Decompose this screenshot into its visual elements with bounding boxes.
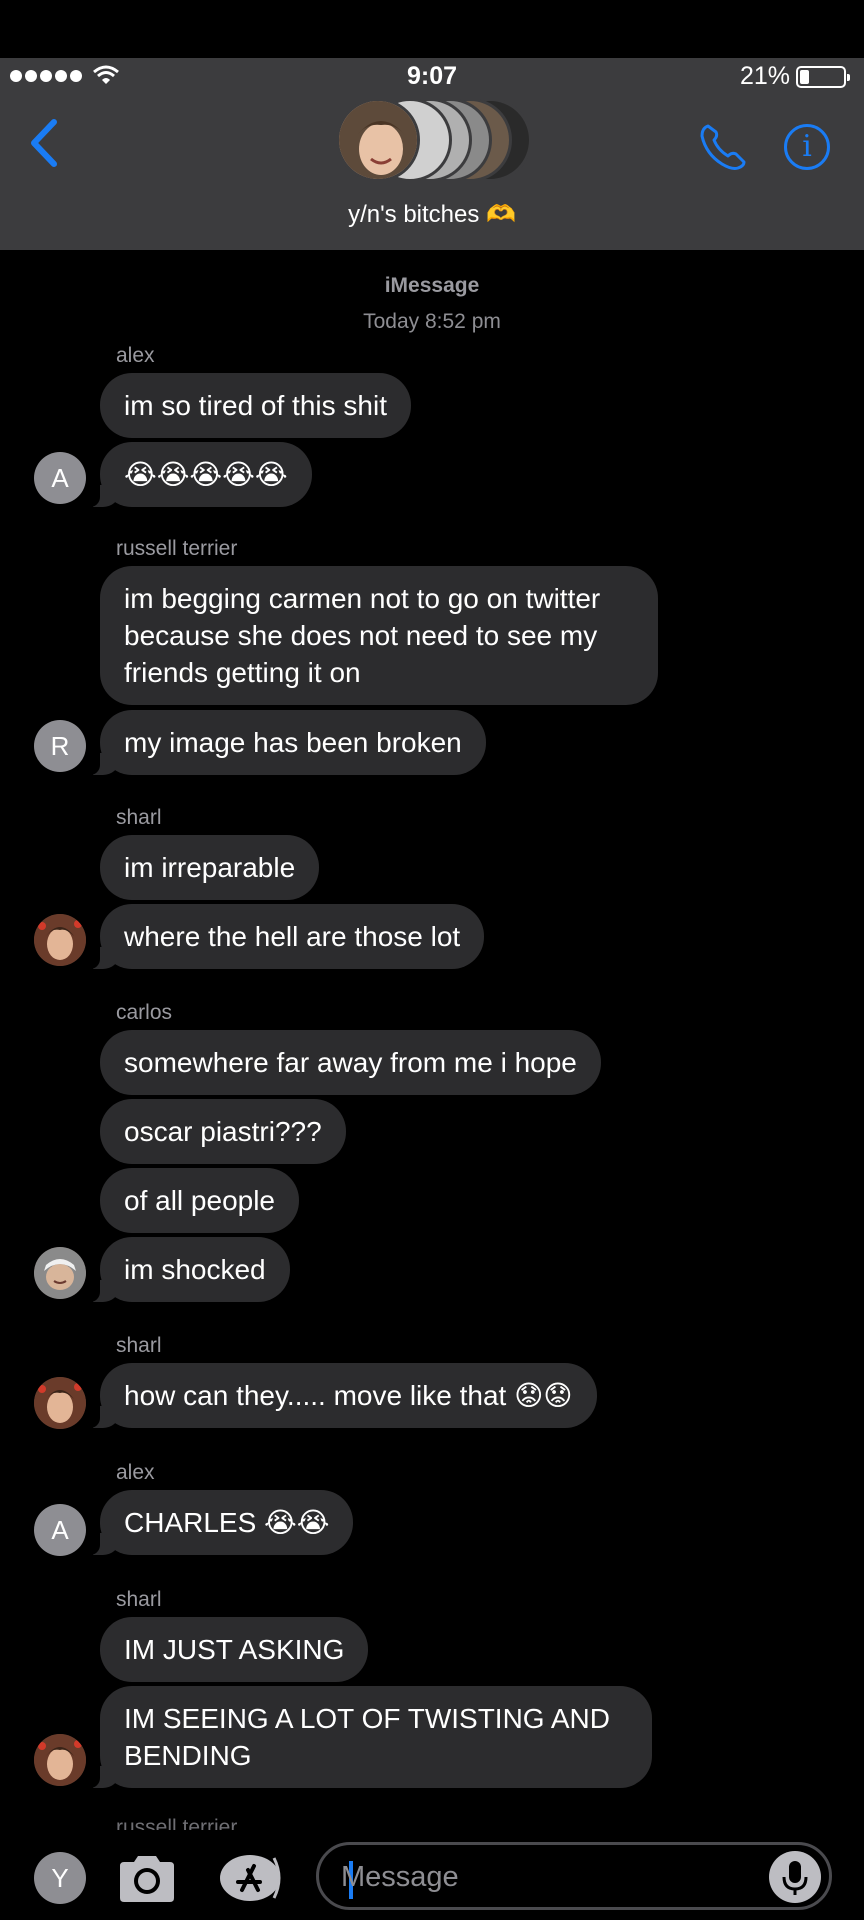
battery-percentage: 21% [739, 62, 790, 90]
message-text: im begging carmen not to go on twitter b… [124, 583, 601, 688]
face-photo-icon [34, 1247, 86, 1299]
message-bubble[interactable]: my image has been broken [86, 710, 486, 775]
message-text: IM JUST ASKING [124, 1634, 345, 1665]
camera-icon[interactable] [116, 1852, 178, 1904]
battery-level-fill [800, 70, 809, 84]
face-photo-icon [34, 1377, 86, 1429]
message-bubble[interactable]: somewhere far away from me i hope [100, 1030, 601, 1095]
face-photo-icon [34, 1734, 86, 1786]
message-text: IM SEEING A LOT OF TWISTING AND BENDING [124, 1703, 610, 1771]
message-text: oscar piastri??? [124, 1116, 322, 1147]
message-bubble[interactable]: im so tired of this shit [100, 373, 411, 438]
info-icon[interactable]: i [784, 124, 830, 170]
sender-name: alex [116, 1461, 155, 1484]
avatar-russell[interactable]: R [34, 720, 86, 772]
message-text: my image has been broken [124, 727, 462, 758]
message-bubble[interactable]: IM JUST ASKING [100, 1617, 369, 1682]
service-label: iMessage [384, 274, 480, 297]
microphone-icon[interactable] [769, 1851, 821, 1903]
phone-icon[interactable] [696, 120, 750, 174]
group-avatar-stack[interactable] [336, 98, 532, 184]
group-member-avatar-photo [336, 98, 420, 182]
top-margin [0, 0, 864, 58]
sender-name: carlos [116, 1001, 173, 1024]
message-text: of all people [124, 1185, 276, 1216]
avatar-sharl[interactable] [34, 1734, 86, 1786]
message-text: how can they..... move like that 😟😟 [124, 1380, 573, 1411]
message-text: where the hell are those lot [124, 921, 461, 952]
heart-hands-emoji: 🫶 [486, 201, 516, 228]
message-input-field[interactable] [316, 1842, 832, 1910]
sender-name: sharl [116, 1588, 162, 1611]
thread-timestamp: Today 8:52 pm [363, 310, 501, 333]
message-text: somewhere far away from me i hope [124, 1047, 577, 1078]
microphone-glyph [782, 1861, 808, 1895]
app-store-icon[interactable] [214, 1852, 284, 1904]
avatar-sharl[interactable] [34, 914, 86, 966]
message-bubble[interactable]: im shocked [86, 1237, 290, 1302]
avatar-alex[interactable]: A [34, 452, 86, 504]
message-bubble[interactable]: im irreparable [100, 835, 320, 900]
group-name-text: y/n's bitches [348, 201, 480, 228]
message-bubble[interactable]: of all people [100, 1168, 300, 1233]
sender-name-partial: russell terrier [116, 1816, 238, 1830]
message-text: 😭😭😭😭😭 [124, 459, 288, 490]
face-photo-icon [34, 914, 86, 966]
message-input[interactable] [341, 1855, 761, 1899]
back-chevron-icon[interactable] [26, 118, 60, 168]
sender-name: alex [116, 344, 155, 367]
battery-icon [796, 66, 850, 88]
message-bubble[interactable]: oscar piastri??? [100, 1099, 346, 1164]
avatar-sharl[interactable] [34, 1377, 86, 1429]
message-text: im irreparable [124, 852, 296, 883]
sender-name: sharl [116, 1334, 162, 1357]
message-bubble[interactable]: IM SEEING A LOT OF TWISTING AND BENDING [86, 1686, 652, 1788]
avatar-alex[interactable]: A [34, 1504, 86, 1556]
message-bubble[interactable]: where the hell are those lot [85, 904, 485, 969]
group-title[interactable]: y/n's bitches 🫶 [0, 200, 864, 229]
message-bubble[interactable]: im begging carmen not to go on twitter b… [100, 566, 658, 705]
sender-name: sharl [116, 806, 162, 829]
status-time: 9:07 [406, 62, 458, 90]
message-text: CHARLES 😭😭 [124, 1507, 330, 1538]
message-text: im so tired of this shit [124, 390, 387, 421]
message-bubble[interactable]: how can they..... move like that 😟😟 [86, 1363, 597, 1428]
sender-name: russell terrier [116, 537, 238, 560]
message-bubble[interactable]: 😭😭😭😭😭 [86, 442, 312, 507]
my-avatar[interactable]: Y [34, 1852, 86, 1904]
message-text: im shocked [124, 1254, 266, 1285]
message-bubble[interactable]: CHARLES 😭😭 [85, 1490, 354, 1555]
avatar-carlos[interactable] [34, 1247, 86, 1299]
status-bar: 9:07 21% [0, 58, 864, 98]
